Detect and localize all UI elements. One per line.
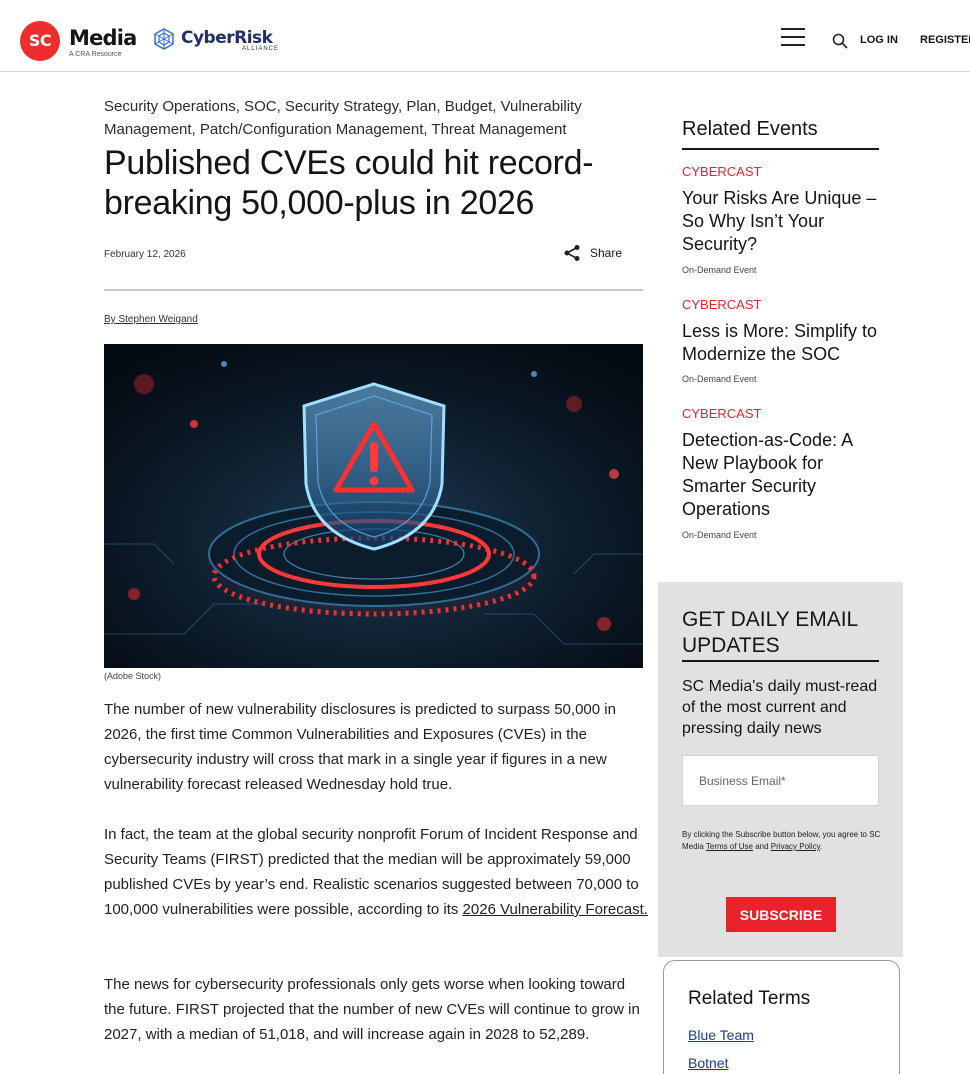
related-events-rule — [682, 148, 879, 150]
article-title: Published CVEs could hit record-breaking… — [104, 144, 594, 222]
cyberrisk-logo-icon[interactable] — [153, 28, 175, 50]
login-link[interactable]: LOG IN — [860, 34, 898, 46]
related-events-heading: Related Events — [682, 118, 818, 140]
hero-image — [104, 344, 643, 668]
business-email-input[interactable] — [682, 755, 879, 806]
event-type: On-Demand Event — [682, 265, 757, 275]
term-link-blue-team[interactable]: Blue Team — [688, 1027, 754, 1043]
site-header: SC Media A CRA Resource CyberRisk ALLIAN… — [0, 0, 970, 72]
article-paragraph-2: In fact, the team at the global security… — [104, 822, 649, 922]
share-button[interactable]: Share — [563, 244, 622, 262]
email-signup-rule — [682, 660, 879, 662]
author-byline[interactable]: By Stephen Weigand — [104, 314, 198, 325]
register-link[interactable]: REGISTER — [920, 34, 970, 46]
event-title-link[interactable]: Detection-as-Code: A New Playbook for Sm… — [682, 429, 887, 521]
event-tag: CYBERCAST — [682, 297, 762, 312]
search-icon[interactable] — [832, 33, 848, 49]
cyberrisk-wordmark[interactable]: CyberRisk — [181, 28, 273, 48]
forecast-link[interactable]: 2026 Vulnerability Forecast. — [463, 901, 648, 918]
article-categories[interactable]: Security Operations, SOC, Security Strat… — [104, 95, 644, 141]
sc-logo-mark: SC — [20, 21, 60, 61]
privacy-policy-link[interactable]: Privacy Policy — [771, 842, 820, 851]
article-divider — [104, 289, 643, 291]
sc-media-wordmark[interactable]: Media — [69, 26, 137, 50]
share-icon — [564, 245, 580, 261]
cyberrisk-alliance-label: ALLIANCE — [242, 46, 280, 52]
subscribe-legal-text: By clicking the Subscribe button below, … — [682, 829, 882, 853]
event-tag: CYBERCAST — [682, 164, 762, 179]
term-link-botnet[interactable]: Botnet — [688, 1055, 728, 1071]
event-type: On-Demand Event — [682, 374, 757, 384]
related-terms-heading: Related Terms — [688, 988, 811, 1009]
article-date: February 12, 2026 — [104, 249, 186, 260]
legal-suffix: . — [820, 842, 823, 851]
security-shield-illustration — [104, 344, 643, 668]
article-paragraph-3: The news for cybersecurity professionals… — [104, 976, 640, 1043]
event-type: On-Demand Event — [682, 530, 757, 540]
event-title-link[interactable]: Less is More: Simplify to Modernize the … — [682, 320, 887, 366]
event-tag: CYBERCAST — [682, 406, 762, 421]
subscribe-button[interactable]: SUBSCRIBE — [726, 897, 836, 932]
hamburger-menu-icon[interactable] — [781, 28, 805, 47]
share-label: Share — [590, 246, 623, 260]
article-paragraph-1: The number of new vulnerability disclosu… — [104, 701, 616, 793]
email-signup-description: SC Media's daily must-read of the most c… — [682, 678, 878, 737]
email-signup-heading: GET DAILY EMAIL UPDATES — [682, 608, 858, 657]
sc-media-tagline: A CRA Resource — [69, 51, 122, 58]
legal-and: and — [753, 842, 771, 851]
terms-of-use-link[interactable]: Terms of Use — [706, 842, 753, 851]
image-caption: (Adobe Stock) — [104, 671, 162, 681]
event-title-link[interactable]: Your Risks Are Unique – So Why Isn’t You… — [682, 187, 887, 256]
sc-media-logo[interactable]: SC — [20, 21, 64, 61]
